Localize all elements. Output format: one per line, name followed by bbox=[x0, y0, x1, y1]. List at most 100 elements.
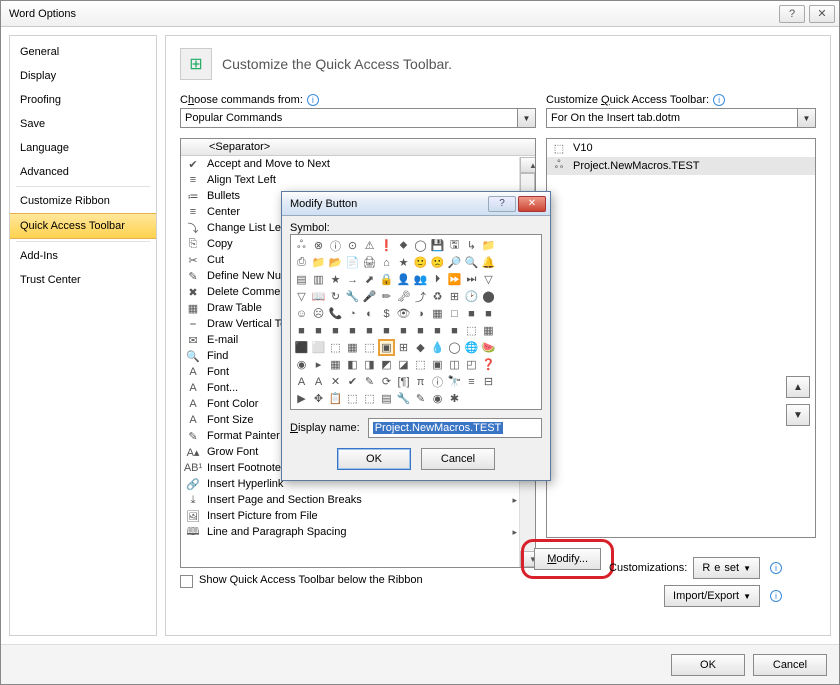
list-item[interactable]: 🖼Insert Picture from File bbox=[181, 508, 535, 524]
symbol-cell[interactable]: 👤 bbox=[395, 271, 412, 288]
list-item[interactable]: ஃProject.NewMacros.TEST bbox=[547, 157, 815, 175]
customize-qat-combo[interactable]: For On the Insert tab.dotm ▼ bbox=[546, 108, 816, 128]
symbol-cell[interactable]: ◨ bbox=[361, 356, 378, 373]
list-item[interactable]: 🕮Line and Paragraph Spacing▸ bbox=[181, 524, 535, 540]
symbol-cell[interactable]: 🔎 bbox=[446, 254, 463, 271]
symbol-cell[interactable]: ⬚ bbox=[412, 356, 429, 373]
symbol-cell[interactable] bbox=[463, 390, 480, 407]
symbol-cell[interactable]: ◑ bbox=[412, 305, 429, 322]
symbol-cell[interactable] bbox=[480, 390, 497, 407]
qat-listbox[interactable]: ⬚V10ஃProject.NewMacros.TEST bbox=[546, 138, 816, 538]
scroll-up-icon[interactable]: ▲ bbox=[520, 157, 536, 173]
symbol-cell[interactable]: ▣ bbox=[378, 339, 395, 356]
symbol-cell[interactable]: ▦ bbox=[344, 339, 361, 356]
symbol-cell[interactable]: ■ bbox=[395, 322, 412, 339]
symbol-cell[interactable]: 🖨 bbox=[361, 254, 378, 271]
symbol-cell[interactable]: 🙁 bbox=[429, 254, 446, 271]
symbol-cell[interactable]: ☺ bbox=[293, 305, 310, 322]
move-down-button[interactable]: ▼ bbox=[786, 404, 810, 426]
modify-button[interactable]: Modify... bbox=[534, 548, 601, 570]
symbol-cell[interactable]: ⬚ bbox=[361, 339, 378, 356]
symbol-cell[interactable]: ☹ bbox=[310, 305, 327, 322]
symbol-cell[interactable]: ⬤ bbox=[480, 288, 497, 305]
symbol-cell[interactable]: ◧ bbox=[344, 356, 361, 373]
ok-button[interactable]: OK bbox=[671, 654, 745, 676]
symbol-cell[interactable]: ✕ bbox=[327, 373, 344, 390]
dialog-close-button[interactable]: ✕ bbox=[518, 196, 546, 212]
symbol-cell[interactable]: ■ bbox=[463, 305, 480, 322]
symbol-cell[interactable]: ■ bbox=[480, 305, 497, 322]
symbol-cell[interactable]: 💾 bbox=[429, 237, 446, 254]
show-below-checkbox[interactable] bbox=[180, 575, 193, 588]
symbol-cell[interactable]: 📖 bbox=[310, 288, 327, 305]
symbol-cell[interactable]: ◆ bbox=[412, 339, 429, 356]
symbol-cell[interactable]: ▥ bbox=[310, 271, 327, 288]
sidebar-item-trust-center[interactable]: Trust Center bbox=[10, 268, 156, 292]
symbol-cell[interactable]: ↳ bbox=[463, 237, 480, 254]
info-icon[interactable]: i bbox=[770, 562, 782, 574]
symbol-cell[interactable]: 📄 bbox=[344, 254, 361, 271]
list-item[interactable]: ✔Accept and Move to Next bbox=[181, 156, 535, 172]
symbol-cell[interactable]: ⬚ bbox=[463, 322, 480, 339]
sidebar-item-display[interactable]: Display bbox=[10, 64, 156, 88]
symbol-cell[interactable]: ▽ bbox=[480, 271, 497, 288]
symbol-cell[interactable]: ▤ bbox=[378, 390, 395, 407]
symbol-cell[interactable]: ▸ bbox=[310, 356, 327, 373]
dialog-cancel-button[interactable]: Cancel bbox=[421, 448, 495, 470]
symbol-cell[interactable]: 🙂 bbox=[412, 254, 429, 271]
symbol-cell[interactable]: 🎤 bbox=[361, 288, 378, 305]
symbol-cell[interactable]: 📁 bbox=[310, 254, 327, 271]
symbol-cell[interactable]: ஃ bbox=[293, 237, 310, 254]
symbol-cell[interactable]: 📋 bbox=[327, 390, 344, 407]
help-button[interactable]: ? bbox=[779, 5, 805, 23]
symbol-cell[interactable]: ⬚ bbox=[344, 390, 361, 407]
symbol-cell[interactable]: ★ bbox=[327, 271, 344, 288]
symbol-cell[interactable]: 🔧 bbox=[344, 288, 361, 305]
symbol-cell[interactable]: ⤴ bbox=[412, 288, 429, 305]
dialog-ok-button[interactable]: OK bbox=[337, 448, 411, 470]
symbol-cell[interactable]: ▣ bbox=[429, 356, 446, 373]
symbol-cell[interactable]: ★ bbox=[395, 254, 412, 271]
symbol-cell[interactable]: 🖫 bbox=[446, 237, 463, 254]
info-icon[interactable]: i bbox=[770, 590, 782, 602]
symbol-cell[interactable]: 💧 bbox=[429, 339, 446, 356]
symbol-cell[interactable]: ⊗ bbox=[310, 237, 327, 254]
symbol-cell[interactable]: ✥ bbox=[310, 390, 327, 407]
symbol-cell[interactable]: ■ bbox=[412, 322, 429, 339]
symbol-cell[interactable]: □ bbox=[446, 305, 463, 322]
sidebar-item-add-ins[interactable]: Add-Ins bbox=[10, 244, 156, 268]
symbol-cell[interactable]: ⬈ bbox=[361, 271, 378, 288]
symbol-cell[interactable]: 📁 bbox=[480, 237, 497, 254]
sidebar-item-proofing[interactable]: Proofing bbox=[10, 88, 156, 112]
symbol-cell[interactable]: 🌐 bbox=[463, 339, 480, 356]
symbol-cell[interactable]: ⌂ bbox=[378, 254, 395, 271]
symbol-cell[interactable]: ■ bbox=[344, 322, 361, 339]
symbol-grid[interactable]: ஃ⊗ⓘ⊙⚠❗⬥◯💾🖫↳📁⎙📁📂📄🖨⌂★🙂🙁🔎🔍🔔▤▥★→⬈🔒👤👥⏵⏩⏭▽▽📖↻🔧… bbox=[290, 234, 542, 410]
symbol-cell[interactable]: ⬛ bbox=[293, 339, 310, 356]
symbol-cell[interactable]: ⚠ bbox=[361, 237, 378, 254]
symbol-cell[interactable]: ⬚ bbox=[361, 390, 378, 407]
choose-commands-combo[interactable]: Popular Commands ▼ bbox=[180, 108, 536, 128]
symbol-cell[interactable]: ❗ bbox=[378, 237, 395, 254]
symbol-cell[interactable]: ■ bbox=[327, 322, 344, 339]
info-icon[interactable]: i bbox=[713, 94, 725, 106]
symbol-cell[interactable]: ✏ bbox=[378, 288, 395, 305]
symbol-cell[interactable]: ♻ bbox=[429, 288, 446, 305]
symbol-cell[interactable]: ◪ bbox=[395, 356, 412, 373]
symbol-cell[interactable]: ■ bbox=[446, 322, 463, 339]
symbol-cell[interactable]: ■ bbox=[429, 322, 446, 339]
symbol-cell[interactable]: ✎ bbox=[361, 373, 378, 390]
symbol-cell[interactable]: π bbox=[412, 373, 429, 390]
symbol-cell[interactable]: ⏵ bbox=[429, 271, 446, 288]
import-export-button[interactable]: Import/Export▼ bbox=[664, 585, 760, 607]
symbol-cell[interactable]: 🔔 bbox=[480, 254, 497, 271]
list-item[interactable]: ⬚V10 bbox=[547, 139, 815, 157]
list-item[interactable]: ⤓Insert Page and Section Breaks▸ bbox=[181, 492, 535, 508]
symbol-cell[interactable]: 🔍 bbox=[463, 254, 480, 271]
symbol-cell[interactable]: 👁 bbox=[395, 305, 412, 322]
cancel-button[interactable]: Cancel bbox=[753, 654, 827, 676]
display-name-input[interactable]: Project.NewMacros.TEST bbox=[368, 418, 542, 438]
list-item[interactable]: ≡Align Text Left bbox=[181, 172, 535, 188]
symbol-cell[interactable]: ⬚ bbox=[327, 339, 344, 356]
symbol-cell[interactable]: A bbox=[310, 373, 327, 390]
